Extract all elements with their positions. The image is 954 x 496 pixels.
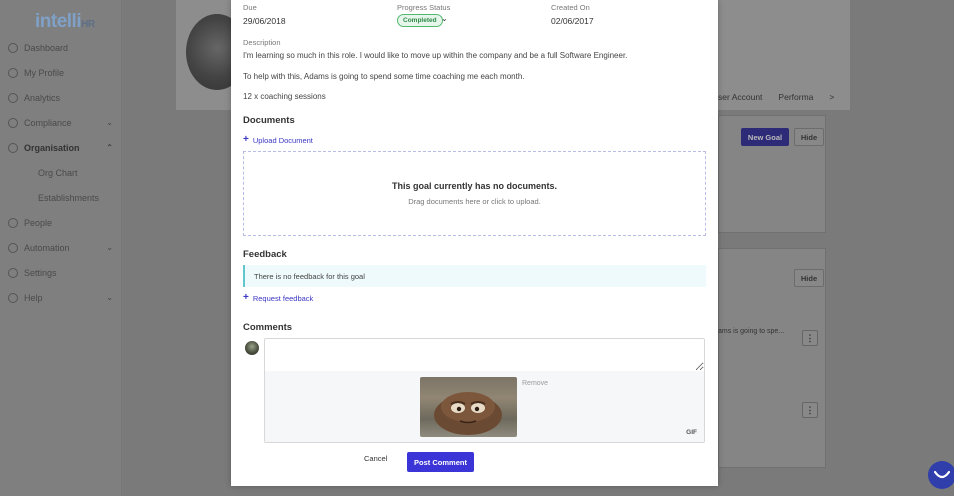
description-line-1: I'm learning so much in this role. I wou… (243, 51, 628, 60)
sidebar-item-organisation[interactable]: Organisation ⌃ (0, 135, 122, 160)
sidebar-item-help[interactable]: Help ⌄ (0, 285, 122, 310)
sidebar-item-dashboard[interactable]: Dashboard (0, 35, 122, 60)
more-options-icon[interactable]: ⋮ (802, 330, 818, 346)
tab-next-arrow[interactable]: > (829, 92, 834, 102)
avatar (245, 341, 259, 355)
organisation-icon (8, 142, 18, 153)
document-dropzone[interactable]: This goal currently has no documents. Dr… (243, 151, 706, 236)
chat-help-button[interactable] (928, 461, 954, 489)
hide-button[interactable]: Hide (794, 128, 824, 146)
sidebar-item-label: Settings (24, 267, 57, 278)
sidebar-item-analytics[interactable]: Analytics (0, 85, 122, 110)
sidebar-item-label: Help (24, 292, 43, 303)
sidebar-item-label: Establishments (38, 192, 100, 203)
request-feedback-label: Request feedback (252, 293, 314, 303)
chevron-up-icon[interactable]: ⌃ (106, 143, 113, 152)
request-feedback-link[interactable]: + Request feedback (243, 293, 313, 303)
sidebar-item-compliance[interactable]: Compliance ⌄ (0, 110, 122, 135)
settings-icon (8, 267, 18, 278)
help-icon (8, 292, 18, 303)
logo: intelliHR (35, 11, 95, 32)
upload-document-label: Upload Document (252, 135, 313, 145)
dropzone-title: This goal currently has no documents. (391, 181, 558, 191)
dashboard-icon (8, 42, 18, 53)
documents-heading: Documents (243, 115, 295, 126)
sidebar-item-org-chart[interactable]: Org Chart (0, 160, 122, 185)
gif-button[interactable]: GIF (686, 429, 697, 436)
description-label: Description (243, 38, 281, 47)
tab-user-account[interactable]: ser Account (718, 92, 762, 102)
upload-document-link[interactable]: + Upload Document (243, 135, 313, 145)
remove-gif-link[interactable]: Remove (522, 380, 548, 387)
cancel-button[interactable]: Cancel (364, 454, 387, 463)
tab-performance[interactable]: Performa (778, 92, 813, 102)
goal-detail-modal: Due 29/06/2018 Progress Status Completed… (231, 0, 718, 486)
created-on-label: Created On (551, 3, 590, 12)
created-on-value: 02/06/2017 (551, 16, 594, 26)
people-icon (8, 217, 18, 228)
sidebar-item-automation[interactable]: Automation ⌄ (0, 235, 122, 260)
description-line-2: To help with this, Adams is going to spe… (243, 72, 525, 81)
due-label: Due (243, 3, 257, 12)
sidebar-item-label: Organisation (24, 142, 80, 153)
plus-icon: + (243, 292, 249, 303)
profile-tabs: ser Account Performa > (718, 92, 834, 102)
attachment-area: Remove GIF (265, 371, 704, 442)
sidebar-item-label: Compliance (24, 117, 72, 128)
smile-icon (933, 470, 951, 479)
analytics-icon (8, 92, 18, 103)
chevron-down-icon[interactable]: ⌄ (106, 293, 113, 302)
sidebar-item-my-profile[interactable]: My Profile (0, 60, 122, 85)
comments-heading: Comments (243, 322, 293, 333)
sidebar-item-label: Org Chart (38, 167, 78, 178)
due-value: 29/06/2018 (243, 16, 286, 26)
new-goal-button[interactable]: New Goal (741, 128, 789, 146)
compliance-icon (8, 117, 18, 128)
sidebar-item-label: My Profile (24, 67, 65, 78)
progress-status-badge[interactable]: Completed (397, 14, 443, 27)
sidebar-item-people[interactable]: People (0, 210, 122, 235)
sidebar-item-label: Automation (24, 242, 70, 253)
hide-button-secondary[interactable]: Hide (794, 269, 824, 287)
chevron-down-icon[interactable]: ⌄ (441, 14, 448, 23)
sidebar-item-label: Dashboard (24, 42, 69, 53)
chevron-down-icon[interactable]: ⌄ (106, 243, 113, 252)
gif-face-icon (434, 392, 502, 435)
progress-status-label: Progress Status (397, 3, 451, 12)
chevron-down-icon[interactable]: ⌄ (106, 118, 113, 127)
post-comment-button[interactable]: Post Comment (407, 452, 474, 472)
automation-icon (8, 242, 18, 253)
plus-icon: + (243, 134, 249, 145)
sidebar-item-establishments[interactable]: Establishments (0, 185, 122, 210)
description-line-3: 12 x coaching sessions (243, 92, 326, 101)
profile-icon (8, 67, 18, 78)
feedback-empty-state: There is no feedback for this goal (243, 265, 706, 287)
comment-snippet: ams is going to spe... (718, 328, 785, 335)
feedback-heading: Feedback (243, 249, 287, 260)
sidebar-item-label: Analytics (24, 92, 61, 103)
dropzone-subtitle: Drag documents here or click to upload. (408, 197, 541, 206)
comment-input[interactable] (265, 339, 704, 371)
gif-thumbnail (420, 377, 517, 437)
more-options-icon-2[interactable]: ⋮ (802, 402, 818, 418)
sidebar-item-settings[interactable]: Settings (0, 260, 122, 285)
comment-box: Remove GIF (264, 338, 705, 443)
sidebar-item-label: People (24, 217, 53, 228)
